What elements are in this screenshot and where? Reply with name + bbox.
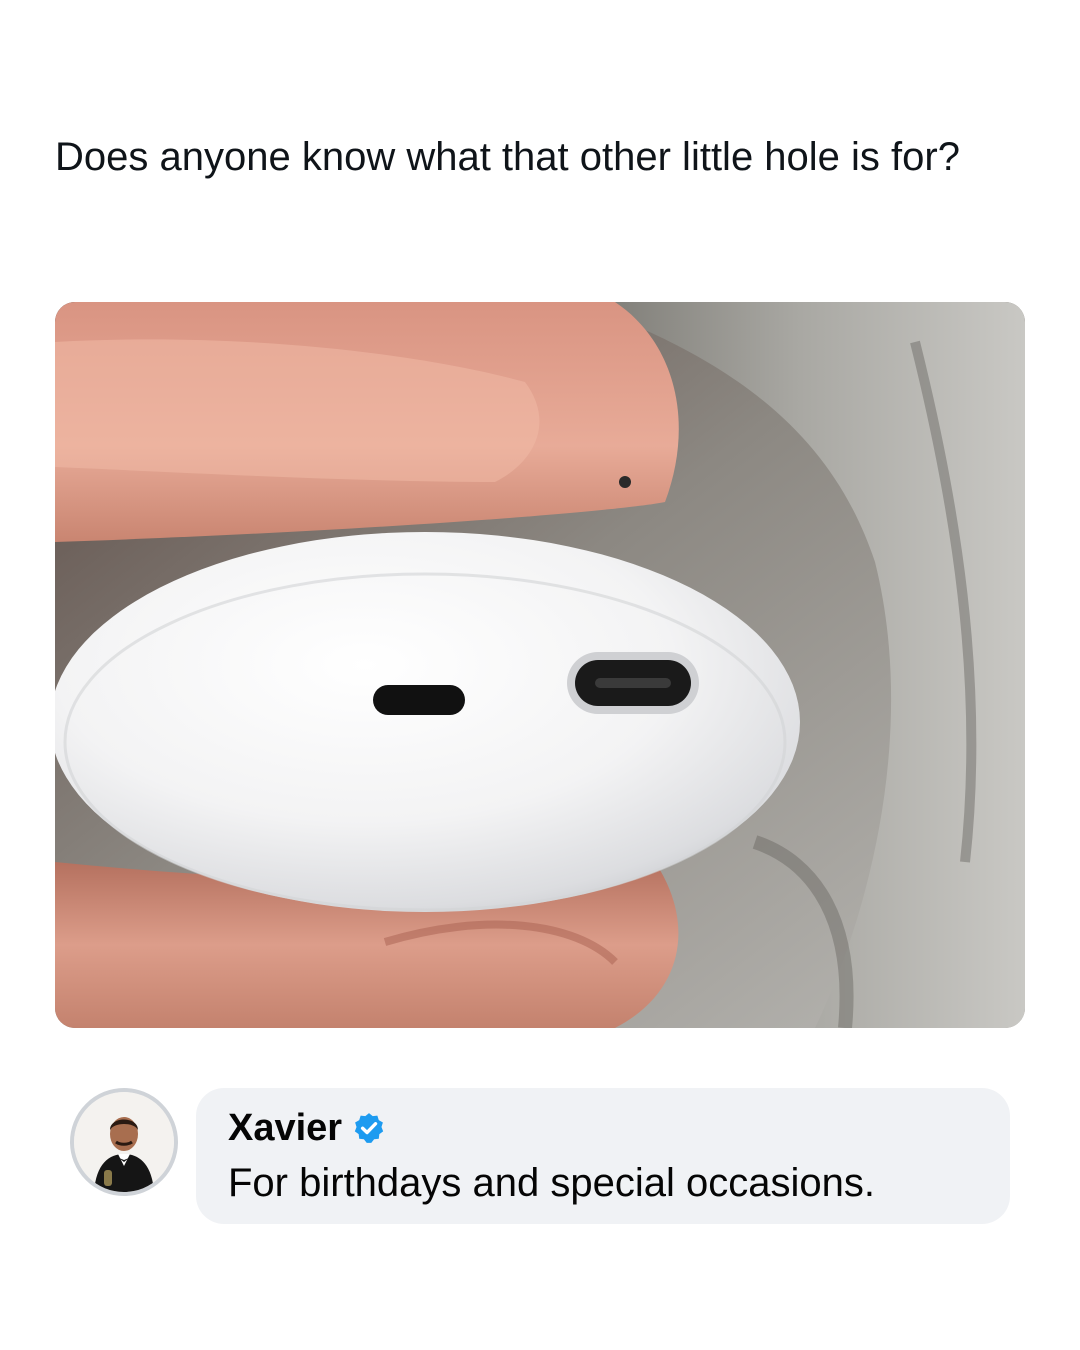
avatar[interactable] [70, 1088, 178, 1196]
avatar-portrait-icon [74, 1092, 174, 1192]
post-text: Does anyone know what that other little … [55, 135, 960, 179]
comment: Xavier For birthdays and special occasio… [0, 1070, 1080, 1250]
verified-badge-icon [354, 1113, 384, 1143]
post-photo[interactable] [55, 302, 1025, 1028]
comment-author-name[interactable]: Xavier [228, 1106, 342, 1150]
earbud-case-illustration [55, 302, 1025, 1028]
comment-text: For birthdays and special occasions. [228, 1161, 875, 1205]
comment-bubble: Xavier For birthdays and special occasio… [196, 1088, 1010, 1224]
comment-author[interactable]: Xavier [228, 1106, 386, 1150]
